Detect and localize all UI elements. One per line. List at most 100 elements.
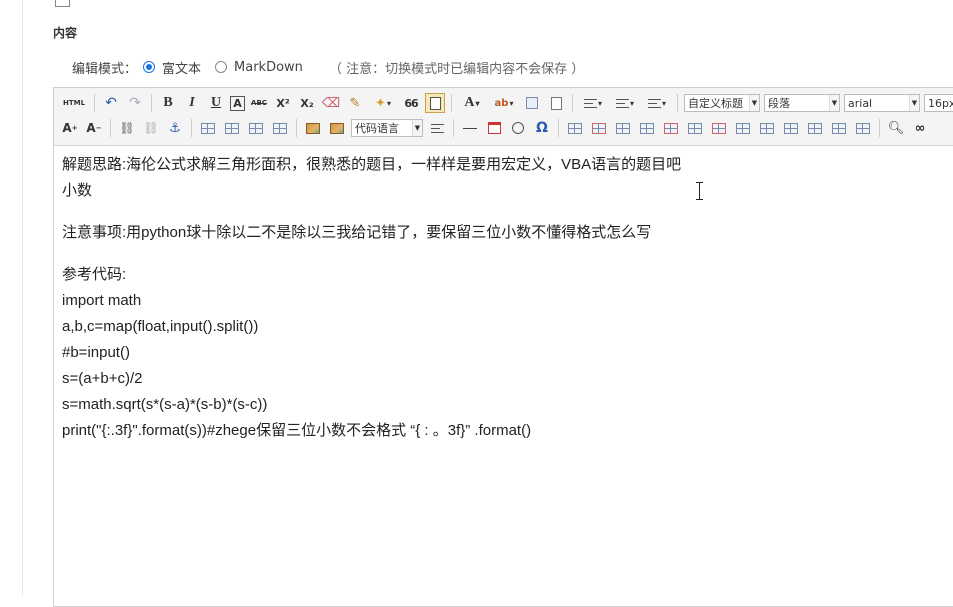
chevron-down-icon: ▼ — [909, 95, 919, 111]
split-rows-icon[interactable] — [829, 118, 849, 138]
toolbar-separator — [558, 119, 559, 137]
image-center-icon[interactable] — [270, 118, 290, 138]
content-line: s=math.sqrt(s*(s-a)*(s-b)*(s-c)) — [62, 396, 268, 413]
link-icon[interactable]: ⛓ — [117, 118, 137, 138]
html-source-button[interactable]: HTML — [60, 93, 88, 113]
font-color-label: A — [464, 95, 475, 110]
font-family-value: arial — [848, 96, 873, 110]
split-cells-icon[interactable] — [805, 118, 825, 138]
highlight-color-icon[interactable]: ab ▾ — [490, 93, 518, 113]
code-language-select[interactable]: 代码语言 ▼ — [351, 119, 423, 137]
undo-icon[interactable]: ↶ — [101, 93, 121, 113]
code-language-value: 代码语言 — [355, 122, 399, 135]
edit-mode-row: 编辑模式： 富文本 MarkDown （ 注意：切换模式时已编辑内容不会保存 ） — [72, 58, 585, 77]
content-line: s=(a+b+c)/2 — [62, 370, 143, 387]
font-color-button[interactable]: A ▾ — [458, 93, 486, 113]
page-break-icon[interactable] — [427, 118, 447, 138]
split-cols-icon[interactable] — [853, 118, 873, 138]
rich-text-editor: HTML ↶ ↷ B I U A ABC X² X₂ ⌫ ✎ ✦ ▾ 66 A ▾ … — [53, 87, 953, 607]
toolbar-row-2: A + A − ⛓ ⛓ ⚓ 代码语言 ▼ Ω 🔍︎ ∞ — [58, 116, 932, 140]
toolbar-separator — [677, 94, 678, 112]
eraser-icon[interactable]: ⌫ — [321, 93, 341, 113]
subscript-button[interactable]: X₂ — [297, 93, 317, 113]
edit-mode-label: 编辑模式： — [72, 61, 138, 77]
select-all-icon[interactable] — [522, 93, 542, 113]
radio-richtext[interactable] — [143, 61, 156, 73]
font-border-button[interactable]: A — [230, 95, 245, 111]
font-size-select[interactable]: 16px — [924, 94, 953, 112]
toolbar-separator — [451, 94, 452, 112]
section-label-content: 内容 — [53, 26, 78, 40]
font-family-select[interactable]: arial ▼ — [844, 94, 920, 112]
delete-table-icon[interactable] — [589, 118, 609, 138]
toolbar-separator — [879, 119, 880, 137]
superscript-button[interactable]: X² — [273, 93, 293, 113]
auto-format-icon[interactable]: ✦ ▾ — [369, 93, 397, 113]
font-size-value: 16px — [928, 96, 953, 110]
special-char-button[interactable]: Ω — [532, 118, 552, 138]
clear-doc-icon[interactable] — [546, 93, 566, 113]
content-line: print("{:.3f}".format(s))#zhege保留三位小数不会格… — [62, 422, 532, 439]
search-replace-icon[interactable]: 🔍︎ — [886, 118, 906, 138]
time-icon[interactable] — [508, 118, 528, 138]
chevron-down-icon: ▼ — [412, 120, 422, 136]
content-line: a,b,c=map(float,input().split()) — [62, 318, 259, 335]
content-line: 参考代码: — [62, 266, 127, 283]
page-left-border — [22, 0, 23, 596]
editor-content[interactable]: 解题思路:海伦公式求解三角形面积，很熟悉的题目，一样样是要用宏定义，VBA语言的… — [62, 152, 942, 444]
italic-button[interactable]: I — [182, 93, 202, 113]
merge-cells-icon[interactable] — [733, 118, 753, 138]
content-line: 解题思路:海伦公式求解三角形面积，很熟悉的题目，一样样是要用宏定义，VBA语言的… — [62, 156, 682, 173]
multi-image-icon[interactable] — [327, 118, 347, 138]
underline-button[interactable]: U — [206, 93, 226, 113]
content-line: #b=input() — [62, 344, 130, 361]
merge-down-icon[interactable] — [781, 118, 801, 138]
content-line: import math — [62, 292, 142, 309]
delete-col-icon[interactable] — [709, 118, 729, 138]
insert-table-icon[interactable] — [565, 118, 585, 138]
paste-plain-icon[interactable] — [425, 93, 445, 113]
insert-col-icon[interactable] — [685, 118, 705, 138]
bold-button[interactable]: B — [158, 93, 178, 113]
line-height-icon[interactable]: ▾ — [643, 93, 671, 113]
radio-markdown[interactable] — [215, 61, 228, 73]
redo-icon[interactable]: ↷ — [125, 93, 145, 113]
editor-toolbar: HTML ↶ ↷ B I U A ABC X² X₂ ⌫ ✎ ✦ ▾ 66 A ▾ … — [54, 88, 953, 146]
toolbar-separator — [453, 119, 454, 137]
row-spacing-bottom-icon[interactable]: ▾ — [611, 93, 639, 113]
toolbar-separator — [572, 94, 573, 112]
insert-paragraph-before-table-icon[interactable] — [613, 118, 633, 138]
paragraph-select[interactable]: 段落 ▼ — [764, 94, 840, 112]
image-none-icon[interactable] — [198, 118, 218, 138]
blockquote-button[interactable]: 66 — [401, 93, 421, 113]
strikethrough-button[interactable]: ABC — [249, 93, 269, 113]
insert-image-icon[interactable] — [303, 118, 323, 138]
delete-row-icon[interactable] — [661, 118, 681, 138]
date-icon[interactable] — [484, 118, 504, 138]
unlink-icon[interactable]: ⛓ — [141, 118, 161, 138]
image-left-icon[interactable] — [222, 118, 242, 138]
toolbar-separator — [151, 94, 152, 112]
chevron-down-icon: ▼ — [749, 95, 759, 111]
text-direction-ltr-icon[interactable]: A + — [60, 118, 80, 138]
merge-right-icon[interactable] — [757, 118, 777, 138]
radio-richtext-label[interactable]: 富文本 — [162, 58, 201, 77]
image-right-icon[interactable] — [246, 118, 266, 138]
text-cursor-icon — [696, 182, 703, 200]
top-checkbox[interactable] — [55, 0, 70, 7]
text-direction-rtl-icon[interactable]: A − — [84, 118, 104, 138]
horizontal-rule-icon[interactable] — [460, 118, 480, 138]
insert-row-icon[interactable] — [637, 118, 657, 138]
format-brush-icon[interactable]: ✎ — [345, 93, 365, 113]
edit-mode-note: （ 注意：切换模式时已编辑内容不会保存 ） — [328, 61, 585, 77]
custom-heading-select[interactable]: 自定义标题 ▼ — [684, 94, 760, 112]
toolbar-separator — [110, 119, 111, 137]
anchor-icon[interactable]: ⚓ — [165, 118, 185, 138]
radio-markdown-label[interactable]: MarkDown — [234, 60, 303, 75]
row-spacing-top-icon[interactable]: ▾ — [579, 93, 607, 113]
preview-icon[interactable]: ∞ — [910, 118, 930, 138]
toolbar-separator — [94, 94, 95, 112]
content-line: 小数 — [62, 182, 93, 199]
toolbar-row-1: HTML ↶ ↷ B I U A ABC X² X₂ ⌫ ✎ ✦ ▾ 66 A ▾ … — [58, 91, 953, 115]
paragraph-value: 段落 — [768, 97, 790, 110]
